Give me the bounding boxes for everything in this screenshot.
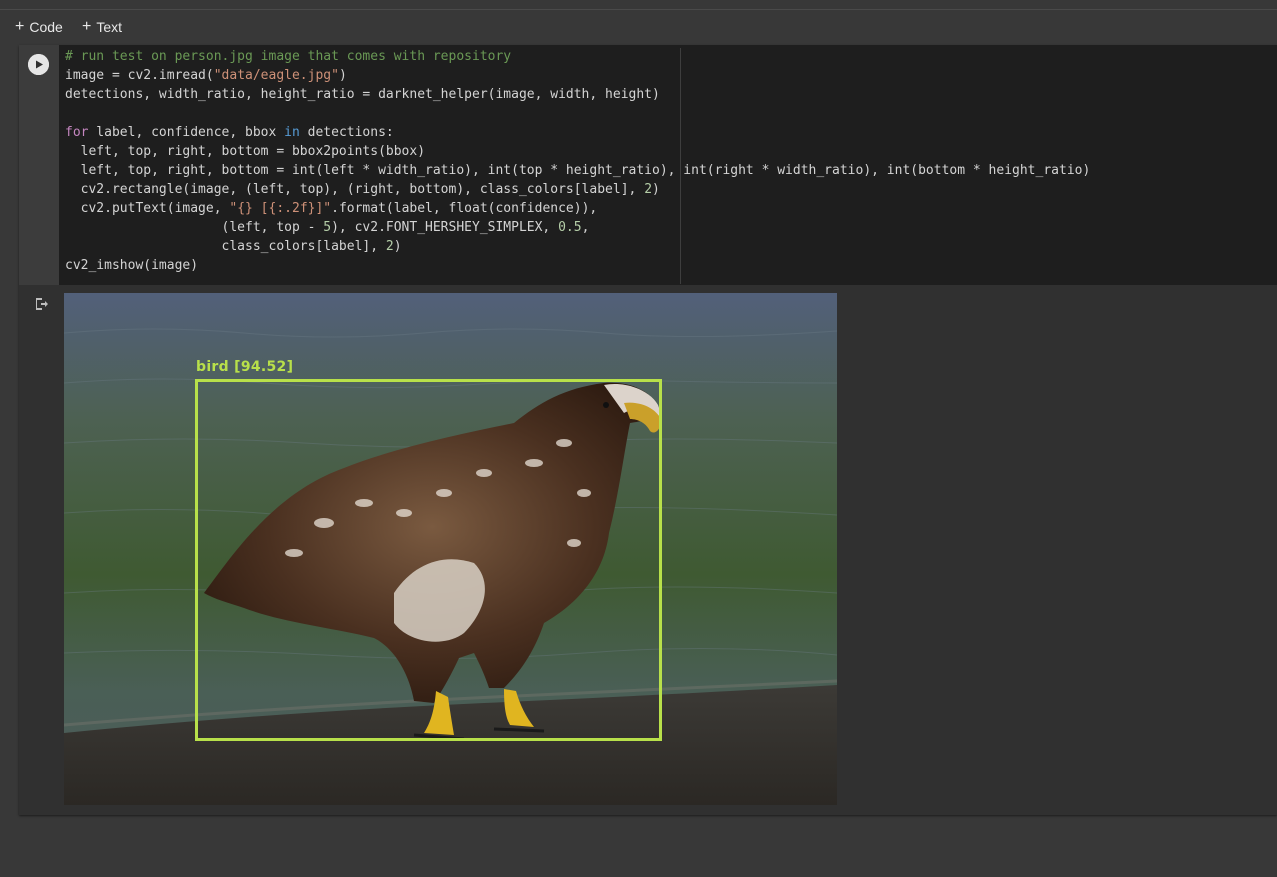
top-divider [0,0,1277,10]
add-code-button[interactable]: + Code [15,15,63,39]
code-editor[interactable]: # run test on person.jpg image that come… [59,45,1277,285]
output-redirect-icon[interactable] [33,296,49,312]
code-line: cv2.putText(image, "{} [{:.2f}]".format(… [65,201,598,216]
add-text-button[interactable]: + Text [82,15,122,39]
code-token: # run test on person.jpg image that come… [65,49,512,64]
add-text-label: Text [96,19,123,35]
cell-gutter [19,45,59,285]
detection-bounding-box [195,379,662,741]
notebook-toolbar: + Code + Text [0,10,1277,44]
notebook-page: + Code + Text # run test on person.jpg i… [0,0,1277,877]
code-line: (left, top - 5), cv2.FONT_HERSHEY_SIMPLE… [65,220,590,235]
code-line: cv2.rectangle(image, (left, top), (right… [65,182,660,197]
code-line: class_colors[label], 2) [65,239,402,254]
plus-icon: + [82,18,92,35]
code-cell[interactable]: # run test on person.jpg image that come… [19,45,1277,815]
output-image: bird [94.52] [64,293,837,805]
code-text[interactable]: # run test on person.jpg image that come… [65,47,1090,275]
plus-icon: + [15,18,25,35]
code-line: image = cv2.imread("data/eagle.jpg") [65,68,347,83]
code-line: detections, width_ratio, height_ratio = … [65,87,660,102]
add-code-label: Code [29,19,63,35]
run-cell-button[interactable] [28,54,49,75]
code-line: cv2_imshow(image) [65,258,199,273]
detection-label: bird [94.52] [196,359,294,375]
code-line: left, top, right, bottom = bbox2points(b… [65,144,426,159]
code-line: for label, confidence, bbox in detection… [65,125,394,140]
code-line: left, top, right, bottom = int(left * wi… [65,163,1091,178]
play-icon [28,54,49,75]
code-line: # run test on person.jpg image that come… [65,49,511,64]
